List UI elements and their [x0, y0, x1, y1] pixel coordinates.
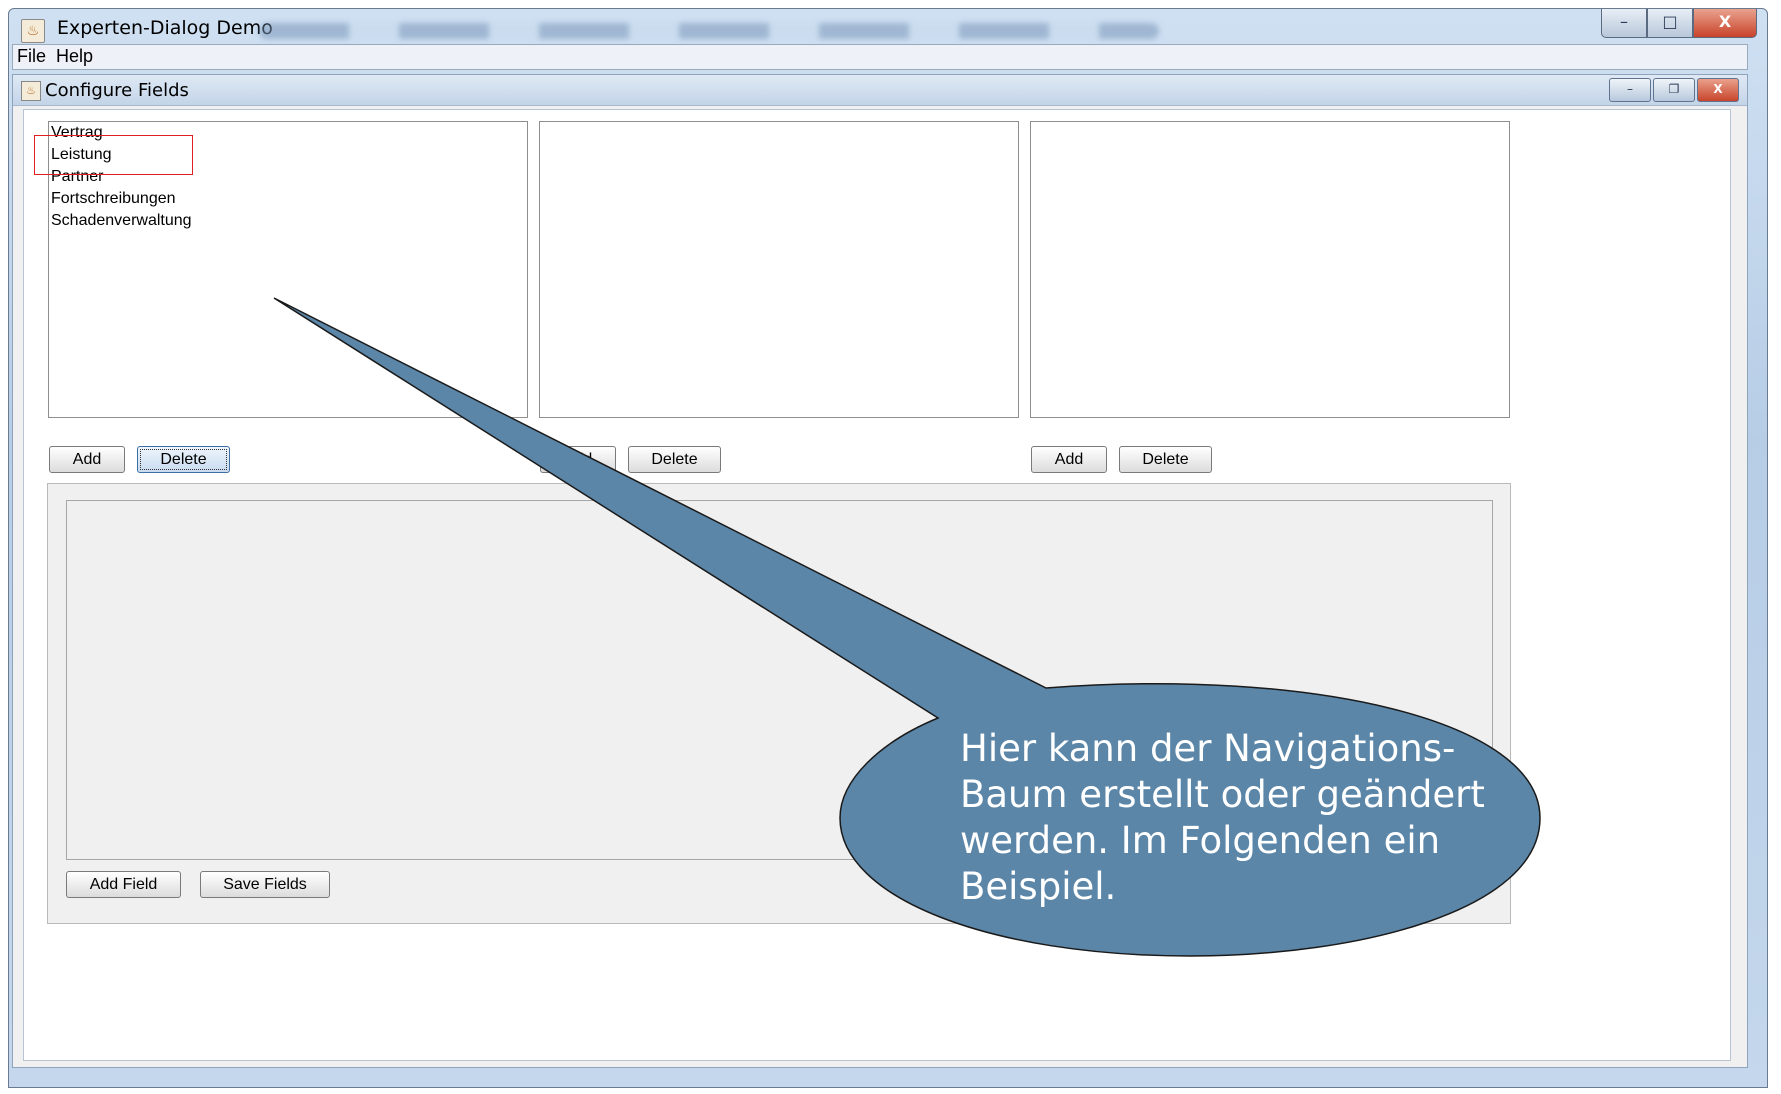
- save-fields-button[interactable]: Save Fields: [200, 871, 330, 898]
- highlight-box: [34, 135, 193, 175]
- frame-minimize-button[interactable]: –: [1609, 78, 1651, 102]
- add-button-level-3[interactable]: Add: [1031, 446, 1107, 473]
- menu-help[interactable]: Help: [52, 45, 99, 67]
- frame-controls: – ❐ X: [1609, 78, 1739, 102]
- window-controls: – □ X: [1601, 9, 1757, 39]
- frame-close-button[interactable]: X: [1697, 78, 1739, 102]
- delete-button-level-3[interactable]: Delete: [1119, 446, 1212, 473]
- configure-fields-frame: ♨ Configure Fields – ❐ X Vertrag Leistun…: [12, 74, 1748, 1068]
- java-icon: ♨: [21, 81, 41, 101]
- close-button[interactable]: X: [1693, 9, 1757, 38]
- frame-restore-button[interactable]: ❐: [1653, 78, 1695, 102]
- list-item[interactable]: Schadenverwaltung: [51, 210, 192, 232]
- blurred-taskbar-labels: [259, 23, 1159, 39]
- screenshot: ♨ Experten-Dialog Demo – □ X File Help ♨ …: [0, 0, 1781, 1094]
- java-icon: ♨: [21, 19, 45, 43]
- frame-title: Configure Fields: [45, 80, 189, 101]
- menubar: File Help: [12, 44, 1748, 70]
- delete-button-level-1[interactable]: Delete: [137, 446, 230, 473]
- add-button-level-2[interactable]: Add: [540, 446, 616, 473]
- delete-button-level-2[interactable]: Delete: [628, 446, 721, 473]
- list-level-3[interactable]: [1030, 121, 1510, 418]
- add-button-level-1[interactable]: Add: [49, 446, 125, 473]
- callout-text: Hier kann der Navigations-Baum erstellt …: [960, 727, 1485, 908]
- maximize-button[interactable]: □: [1647, 9, 1693, 38]
- add-field-button[interactable]: Add Field: [66, 871, 181, 898]
- frame-titlebar[interactable]: ♨ Configure Fields – ❐ X: [13, 75, 1747, 106]
- minimize-button[interactable]: –: [1601, 9, 1647, 38]
- list-level-2[interactable]: [539, 121, 1019, 418]
- list-item[interactable]: Fortschreibungen: [51, 188, 176, 210]
- menu-file[interactable]: File: [13, 45, 52, 67]
- window-title: Experten-Dialog Demo: [57, 17, 273, 39]
